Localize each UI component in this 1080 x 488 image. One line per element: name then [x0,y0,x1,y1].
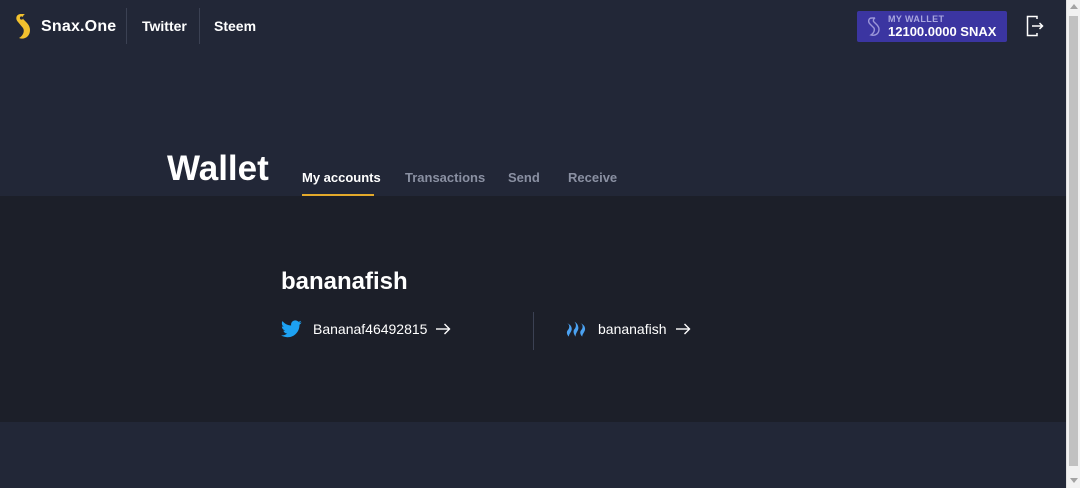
steem-account-link[interactable]: bananafish [566,320,691,338]
tab-transactions[interactable]: Transactions [405,170,485,185]
page-title: Wallet [167,149,269,188]
top-header: Snax.One Twitter Steem MY WALLET 12100.0… [0,0,1066,54]
brand-logo[interactable]: Snax.One [14,12,116,42]
twitter-bird-icon [281,320,302,338]
accounts-panel: bananafish Bananaf46492815 bananafish [0,196,1066,422]
steem-icon [566,321,586,337]
nav-divider [126,8,127,44]
scroll-up-arrow-icon[interactable] [1070,4,1078,9]
arrow-right-icon [675,323,691,335]
accounts-divider [533,312,534,350]
scrollbar-thumb[interactable] [1069,16,1078,466]
tab-my-accounts[interactable]: My accounts [302,170,381,185]
brand-name: Snax.One [41,18,117,35]
wallet-logo-icon [868,17,880,36]
nav-divider [199,8,200,44]
steem-handle: bananafish [598,321,667,337]
twitter-account-link[interactable]: Bananaf46492815 [281,320,451,338]
logout-button[interactable] [1026,15,1044,42]
nav-steem[interactable]: Steem [214,18,256,34]
logout-icon [1026,15,1044,37]
snax-logo-icon [16,14,30,39]
twitter-handle: Bananaf46492815 [313,321,428,337]
page: Snax.One Twitter Steem MY WALLET 12100.0… [0,0,1066,488]
nav-twitter[interactable]: Twitter [142,18,187,34]
wallet-caption: MY WALLET [888,14,945,24]
tab-receive[interactable]: Receive [568,170,617,185]
wallet-balance: 12100.0000 SNAX [888,24,997,39]
arrow-right-icon [436,323,451,335]
scroll-down-arrow-icon[interactable] [1070,478,1078,483]
tab-send[interactable]: Send [508,170,540,185]
my-wallet-button[interactable]: MY WALLET 12100.0000 SNAX [857,11,1007,42]
page-scrollbar[interactable] [1066,0,1080,488]
account-name: bananafish [281,268,408,295]
